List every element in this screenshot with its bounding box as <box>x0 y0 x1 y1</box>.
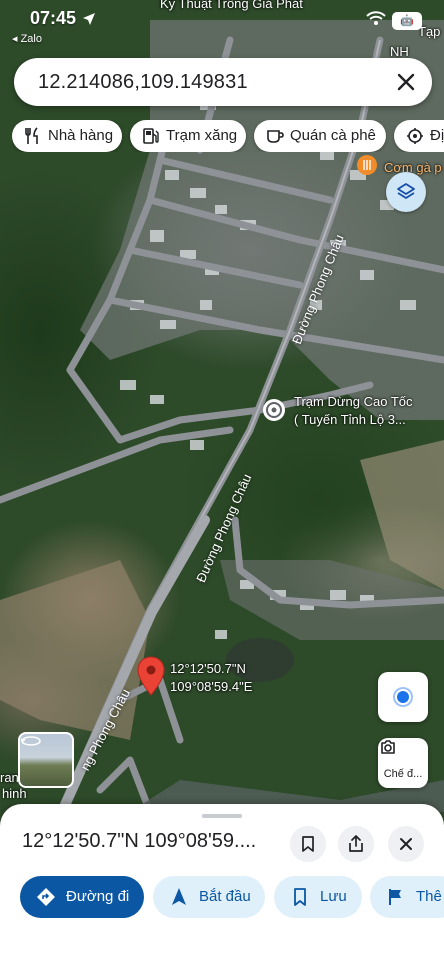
close-sheet-button[interactable] <box>388 826 424 862</box>
gas-station-icon <box>143 128 159 144</box>
bookmark-icon <box>294 888 306 906</box>
street-view-icon <box>381 740 395 754</box>
directions-icon <box>37 888 55 906</box>
search-query[interactable]: 12.214086,109.149831 <box>38 71 248 94</box>
status-bar: 07:45 ◂ Zalo 🤖 <box>0 0 444 56</box>
chip-attractions[interactable]: Địa <box>394 120 444 152</box>
chip-label: Nhà hàng <box>48 127 114 144</box>
layers-button[interactable] <box>386 172 426 212</box>
street-view-label: Chế đ... <box>383 768 423 780</box>
map-label-bus-stop-line1[interactable]: Trạm Dừng Cao Tốc <box>294 394 413 409</box>
save-bookmark-button[interactable] <box>290 826 326 862</box>
close-icon <box>400 838 412 850</box>
chip-gas-stations[interactable]: Trạm xăng <box>130 120 246 152</box>
start-label: Bắt đầu <box>199 888 251 905</box>
share-button[interactable] <box>338 826 374 862</box>
restaurant-icon <box>25 127 38 144</box>
chip-label: Quán cà phê <box>290 127 376 144</box>
bus-stop-poi-icon[interactable] <box>262 398 286 422</box>
pin-longitude: 109°08'59.4"E <box>170 679 253 694</box>
start-navigation-button[interactable]: Bắt đầu <box>153 876 265 918</box>
chip-label: Trạm xăng <box>166 127 238 144</box>
restaurant-poi-icon[interactable] <box>356 154 378 182</box>
coffee-icon <box>267 130 284 143</box>
save-label: Lưu <box>320 888 347 905</box>
search-bar[interactable]: 12.214086,109.149831 <box>14 58 432 106</box>
chip-label: Địa <box>430 127 444 144</box>
my-location-button[interactable] <box>378 672 428 722</box>
battery-indicator: 🤖 <box>392 12 422 30</box>
layers-icon <box>397 183 415 199</box>
360-rotate-icon <box>20 736 41 746</box>
sheet-drag-handle[interactable] <box>202 814 242 818</box>
place-bottom-sheet[interactable]: 12°12'50.7"N 109°08'59.... Đường đi Bắt … <box>0 804 444 960</box>
wifi-icon <box>366 11 386 25</box>
chip-restaurants[interactable]: Nhà hàng <box>12 120 122 152</box>
attraction-icon <box>407 128 423 144</box>
bookmark-icon <box>302 836 314 852</box>
place-title: 12°12'50.7"N 109°08'59.... <box>22 830 257 852</box>
directions-button[interactable]: Đường đi <box>20 876 144 918</box>
add-label-label: Thê <box>416 888 442 905</box>
close-icon[interactable] <box>394 70 418 94</box>
pin-latitude: 12°12'50.7"N <box>170 661 246 676</box>
pin-coordinates-label: 12°12'50.7"N 109°08'59.4"E <box>170 660 252 696</box>
location-pin-icon[interactable] <box>137 656 165 696</box>
add-label-button[interactable]: Thê <box>370 876 444 918</box>
navigation-arrow-icon <box>172 888 186 905</box>
map-label-left-2: hinh <box>2 786 27 801</box>
street-view-thumbnail[interactable] <box>18 732 74 788</box>
street-view-mode-button[interactable]: Chế đ... <box>378 738 428 788</box>
chip-coffee[interactable]: Quán cà phê <box>254 120 386 152</box>
place-actions: Đường đi Bắt đầu Lưu Thê <box>20 876 444 918</box>
back-to-app-link[interactable]: ◂ Zalo <box>12 32 42 45</box>
share-icon <box>349 835 363 852</box>
my-location-icon <box>397 691 409 703</box>
location-arrow-icon <box>83 13 95 25</box>
save-button[interactable]: Lưu <box>274 876 362 918</box>
map-label-bus-stop-line2[interactable]: ( Tuyến Tỉnh Lộ 3... <box>294 412 406 427</box>
status-time: 07:45 <box>30 8 77 28</box>
flag-icon <box>389 889 401 905</box>
map-label-left-1: ran <box>0 770 19 785</box>
category-chips: Nhà hàng Trạm xăng Quán cà phê Địa <box>12 120 444 152</box>
directions-label: Đường đi <box>66 888 130 905</box>
